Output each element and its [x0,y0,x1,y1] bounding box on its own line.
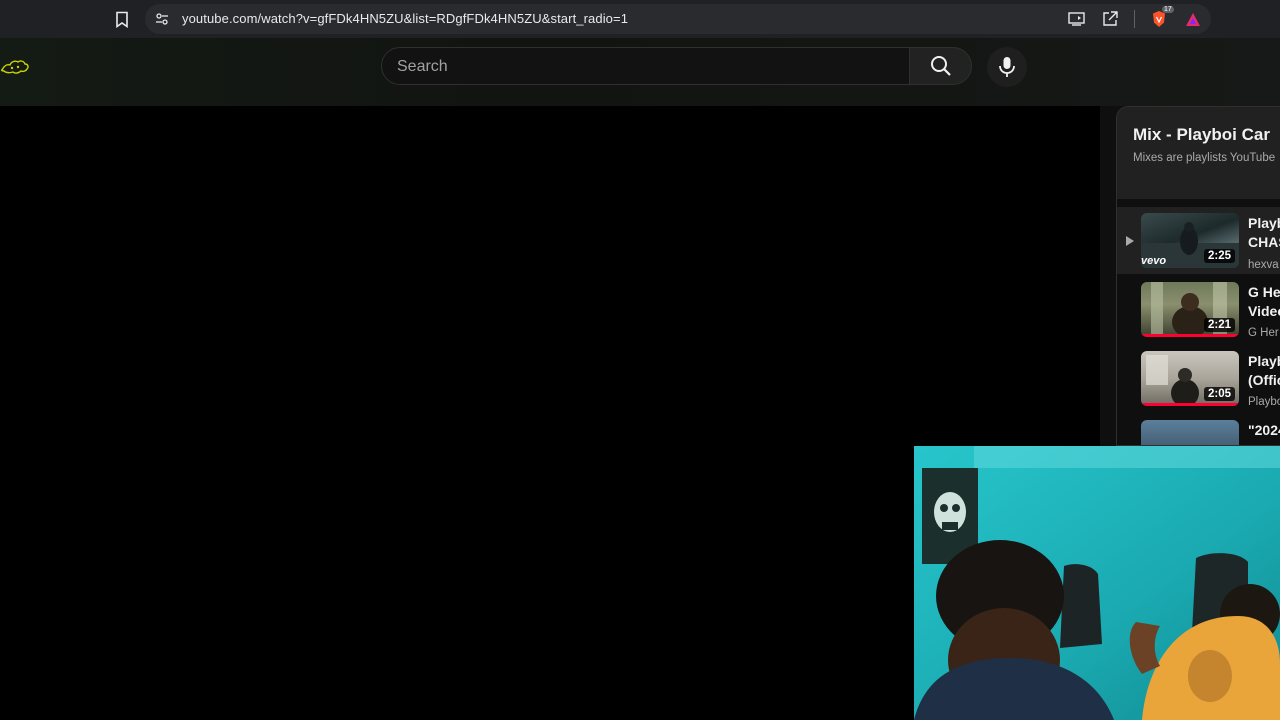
video-title: PlaybCHAS [1248,215,1280,250]
playlist-item[interactable]: 2:05 Playb(Offic Playbo [1117,345,1280,412]
video-thumbnail[interactable] [1141,420,1239,445]
webcam-scene [914,446,1280,720]
video-thumbnail[interactable]: 2:21 [1141,282,1239,337]
search-input[interactable]: Search [381,47,911,85]
toolbar-separator [1134,10,1135,28]
search-placeholder: Search [397,58,448,75]
voice-search-button[interactable] [987,47,1027,87]
search-icon [930,56,951,76]
video-title: "2024 [1248,422,1280,438]
address-bar[interactable]: youtube.com/watch?v=gfFDk4HN5ZU&list=RDg… [145,4,1211,34]
duration-badge: 2:05 [1203,387,1235,401]
video-title: Playb(Offic [1248,353,1280,388]
brave-shield-icon[interactable]: 17 [1149,6,1174,29]
search-button[interactable] [909,47,972,85]
share-icon[interactable] [1100,9,1120,29]
duration-badge: 2:21 [1203,318,1235,332]
youtube-header: Search [0,38,1280,106]
playlist-item[interactable]: 2:21 G HerVideo G Her [1117,276,1280,343]
webcam-overlay [914,446,1280,720]
site-info-icon[interactable] [153,10,171,28]
bookmark-icon[interactable] [113,9,131,29]
playlist-item[interactable]: "2024 [1117,414,1280,445]
mix-playlist-panel: Mix - Playboi Car Mixes are playlists Yo… [1116,106,1280,446]
doodle-logo-icon[interactable] [0,54,30,78]
microphone-icon [999,57,1015,77]
channel-name[interactable]: G Her [1248,327,1279,339]
duration-badge: 2:25 [1203,249,1235,263]
watched-progress-bar [1141,334,1239,337]
playlist-title[interactable]: Mix - Playboi Car [1133,125,1270,145]
channel-name[interactable]: hexva [1248,259,1279,271]
now-playing-icon [1125,235,1135,247]
browser-toolbar: youtube.com/watch?v=gfFDk4HN5ZU&list=RDg… [0,0,1280,38]
vevo-watermark: vevo [1141,255,1167,267]
playlist-subtitle: Mixes are playlists YouTube [1133,152,1276,164]
playlist-header: Mix - Playboi Car Mixes are playlists Yo… [1117,107,1280,199]
video-title: G HerVideo [1248,284,1280,319]
video-thumbnail[interactable]: 2:05 [1141,351,1239,406]
video-thumbnail[interactable]: vevo 2:25 [1141,213,1239,268]
playlist-item[interactable]: vevo 2:25 PlaybCHAS hexva [1117,207,1280,274]
brave-rewards-icon[interactable] [1183,9,1203,29]
channel-name[interactable]: Playbo [1248,396,1280,408]
brave-badge: 17 [1162,6,1174,13]
watched-progress-bar [1141,403,1239,406]
url-actions: 17 [1066,6,1203,29]
url-text[interactable]: youtube.com/watch?v=gfFDk4HN5ZU&list=RDg… [182,11,628,26]
install-icon[interactable] [1066,9,1086,29]
